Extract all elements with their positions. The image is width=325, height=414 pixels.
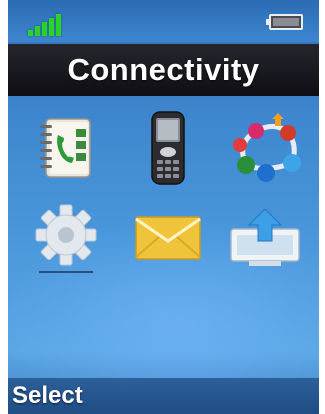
softkey-bar: Select — [8, 378, 319, 414]
menu-item-handset[interactable] — [126, 106, 210, 190]
title-bar: Connectivity — [8, 44, 319, 96]
network-icon — [233, 113, 301, 182]
settings-gear-icon — [35, 204, 97, 273]
menu-item-phonebook[interactable] — [24, 106, 108, 190]
select-softkey[interactable]: Select — [12, 382, 83, 410]
menu-item-messages[interactable] — [126, 196, 210, 280]
battery-icon — [266, 14, 303, 30]
status-bar — [8, 0, 319, 42]
menu-item-network[interactable] — [223, 106, 307, 190]
menu-grid — [8, 96, 319, 286]
upload-connection-icon — [230, 208, 300, 266]
menu-item-upload[interactable] — [223, 196, 307, 280]
menu-item-settings[interactable] — [24, 196, 108, 280]
phone-screen: Connectivity Select — [8, 0, 319, 414]
phonebook-icon — [40, 118, 91, 178]
signal-strength-icon — [28, 10, 64, 36]
page-title: Connectivity — [67, 52, 260, 87]
handset-icon — [151, 111, 185, 185]
message-envelope-icon — [135, 216, 201, 260]
